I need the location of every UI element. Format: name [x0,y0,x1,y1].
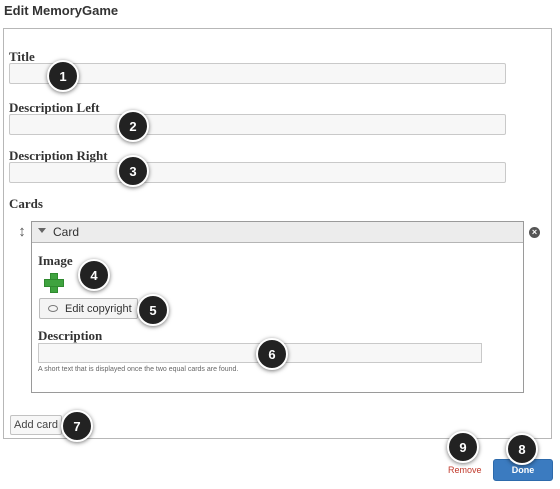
edit-copyright-label: Edit copyright [65,303,132,315]
remove-link[interactable]: Remove [448,465,482,475]
plus-icon[interactable] [43,272,64,293]
eye-icon [48,305,58,312]
page-title: Edit MemoryGame [4,3,119,18]
callout-badge-5: 5 [137,294,169,326]
callout-badge-7: 7 [61,410,93,442]
description-right-input[interactable] [9,162,506,183]
callout-badge-6: 6 [256,338,288,370]
card-header[interactable]: Card [32,222,523,243]
image-label: Image [38,253,73,268]
callout-badge-3: 3 [117,155,149,187]
remove-circle-icon[interactable]: × [529,227,540,238]
callout-badge-8: 8 [506,433,538,465]
cards-label: Cards [9,196,43,211]
card-description-label: Description [38,328,103,343]
card-header-title: Card [53,225,80,239]
callout-badge-1: 1 [47,60,79,92]
drag-handle-icon[interactable]: ↕ [16,223,28,241]
callout-badge-9: 9 [447,431,479,463]
description-left-input[interactable] [9,114,506,135]
callout-badge-2: 2 [117,110,149,142]
title-input[interactable] [9,63,506,84]
edit-copyright-button[interactable]: Edit copyright [39,298,138,319]
callout-badge-4: 4 [78,259,110,291]
add-card-button[interactable]: Add card [10,415,62,435]
card-description-hint: A short text that is displayed once the … [38,366,239,373]
chevron-down-icon[interactable] [38,228,46,233]
